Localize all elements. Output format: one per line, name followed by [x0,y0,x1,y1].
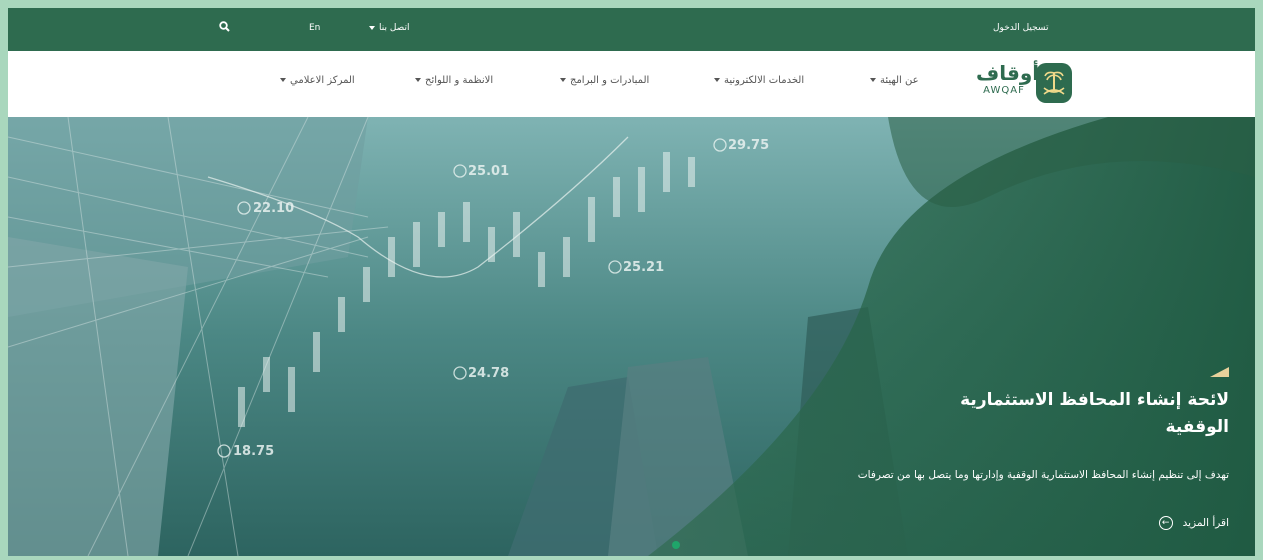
nav-regulations[interactable]: الانظمة و اللوائح [411,75,493,86]
logo-name-ar: أوقاف [976,61,1040,85]
language-switch[interactable]: En [309,23,320,33]
nav-eservices-label: الخدمات الالكترونية [724,75,805,86]
hero-description: تهدف إلى تنظيم إنشاء المحافظ الاستثمارية… [857,469,1229,481]
contact-label: اتصل بنا [379,23,410,33]
chart-value-label: 25.21 [623,260,664,275]
slider-dot[interactable] [672,541,680,549]
hero-background-image: 22.10 25.01 29.75 25.21 24.78 18.75 [8,117,1255,556]
search-icon [219,21,230,32]
palm-swords-emblem-icon [1036,63,1072,103]
nav-media-center-label: المركز الاعلامي [290,75,355,86]
chevron-down-icon [369,25,375,30]
hero-slider: 22.10 25.01 29.75 25.21 24.78 18.75 لائح… [8,117,1255,556]
chevron-down-icon [280,78,286,82]
arrow-left-icon: ← [1158,516,1173,530]
nav-regulations-label: الانظمة و اللوائح [425,75,494,86]
chevron-down-icon [870,78,876,82]
search-button[interactable] [219,21,230,35]
nav-initiatives-label: المبادرات و البرامج [570,75,650,86]
chevron-down-icon [560,78,566,82]
main-navbar: أوقاف AWQAF عن الهيئة الخدمات الالكتروني… [8,51,1255,117]
chart-value-label: 18.75 [233,444,274,459]
chart-value-label: 29.75 [728,138,769,153]
chevron-down-icon [714,78,720,82]
hero-title: لائحة إنشاء المحافظ الاستثمارية الوقفية [960,390,1229,437]
top-utility-bar: تسجيل الدخول اتصل بنا En [8,8,1255,51]
read-more-link[interactable]: اقرأ المزيد ← [1158,516,1229,530]
chart-value-label: 25.01 [468,164,509,179]
nav-eservices[interactable]: الخدمات الالكترونية [710,75,804,86]
nav-about-label: عن الهيئة [880,75,919,86]
page-frame: تسجيل الدخول اتصل بنا En أوقاف AWQAF عن … [8,8,1255,556]
contact-dropdown[interactable]: اتصل بنا [365,23,409,33]
awqaf-logo[interactable]: أوقاف AWQAF [976,61,1092,107]
chart-value-label: 24.78 [468,366,509,381]
chart-value-label: 22.10 [253,201,294,216]
nav-initiatives[interactable]: المبادرات و البرامج [556,75,649,86]
hero-accent-triangle [1210,367,1229,377]
nav-media-center[interactable]: المركز الاعلامي [276,75,355,86]
logo-name-en: AWQAF [983,85,1025,96]
nav-about[interactable]: عن الهيئة [866,75,919,86]
read-more-label: اقرأ المزيد [1182,517,1229,529]
logo-text: أوقاف AWQAF [976,61,1040,97]
chevron-down-icon [415,78,421,82]
login-link[interactable]: تسجيل الدخول [993,23,1048,33]
